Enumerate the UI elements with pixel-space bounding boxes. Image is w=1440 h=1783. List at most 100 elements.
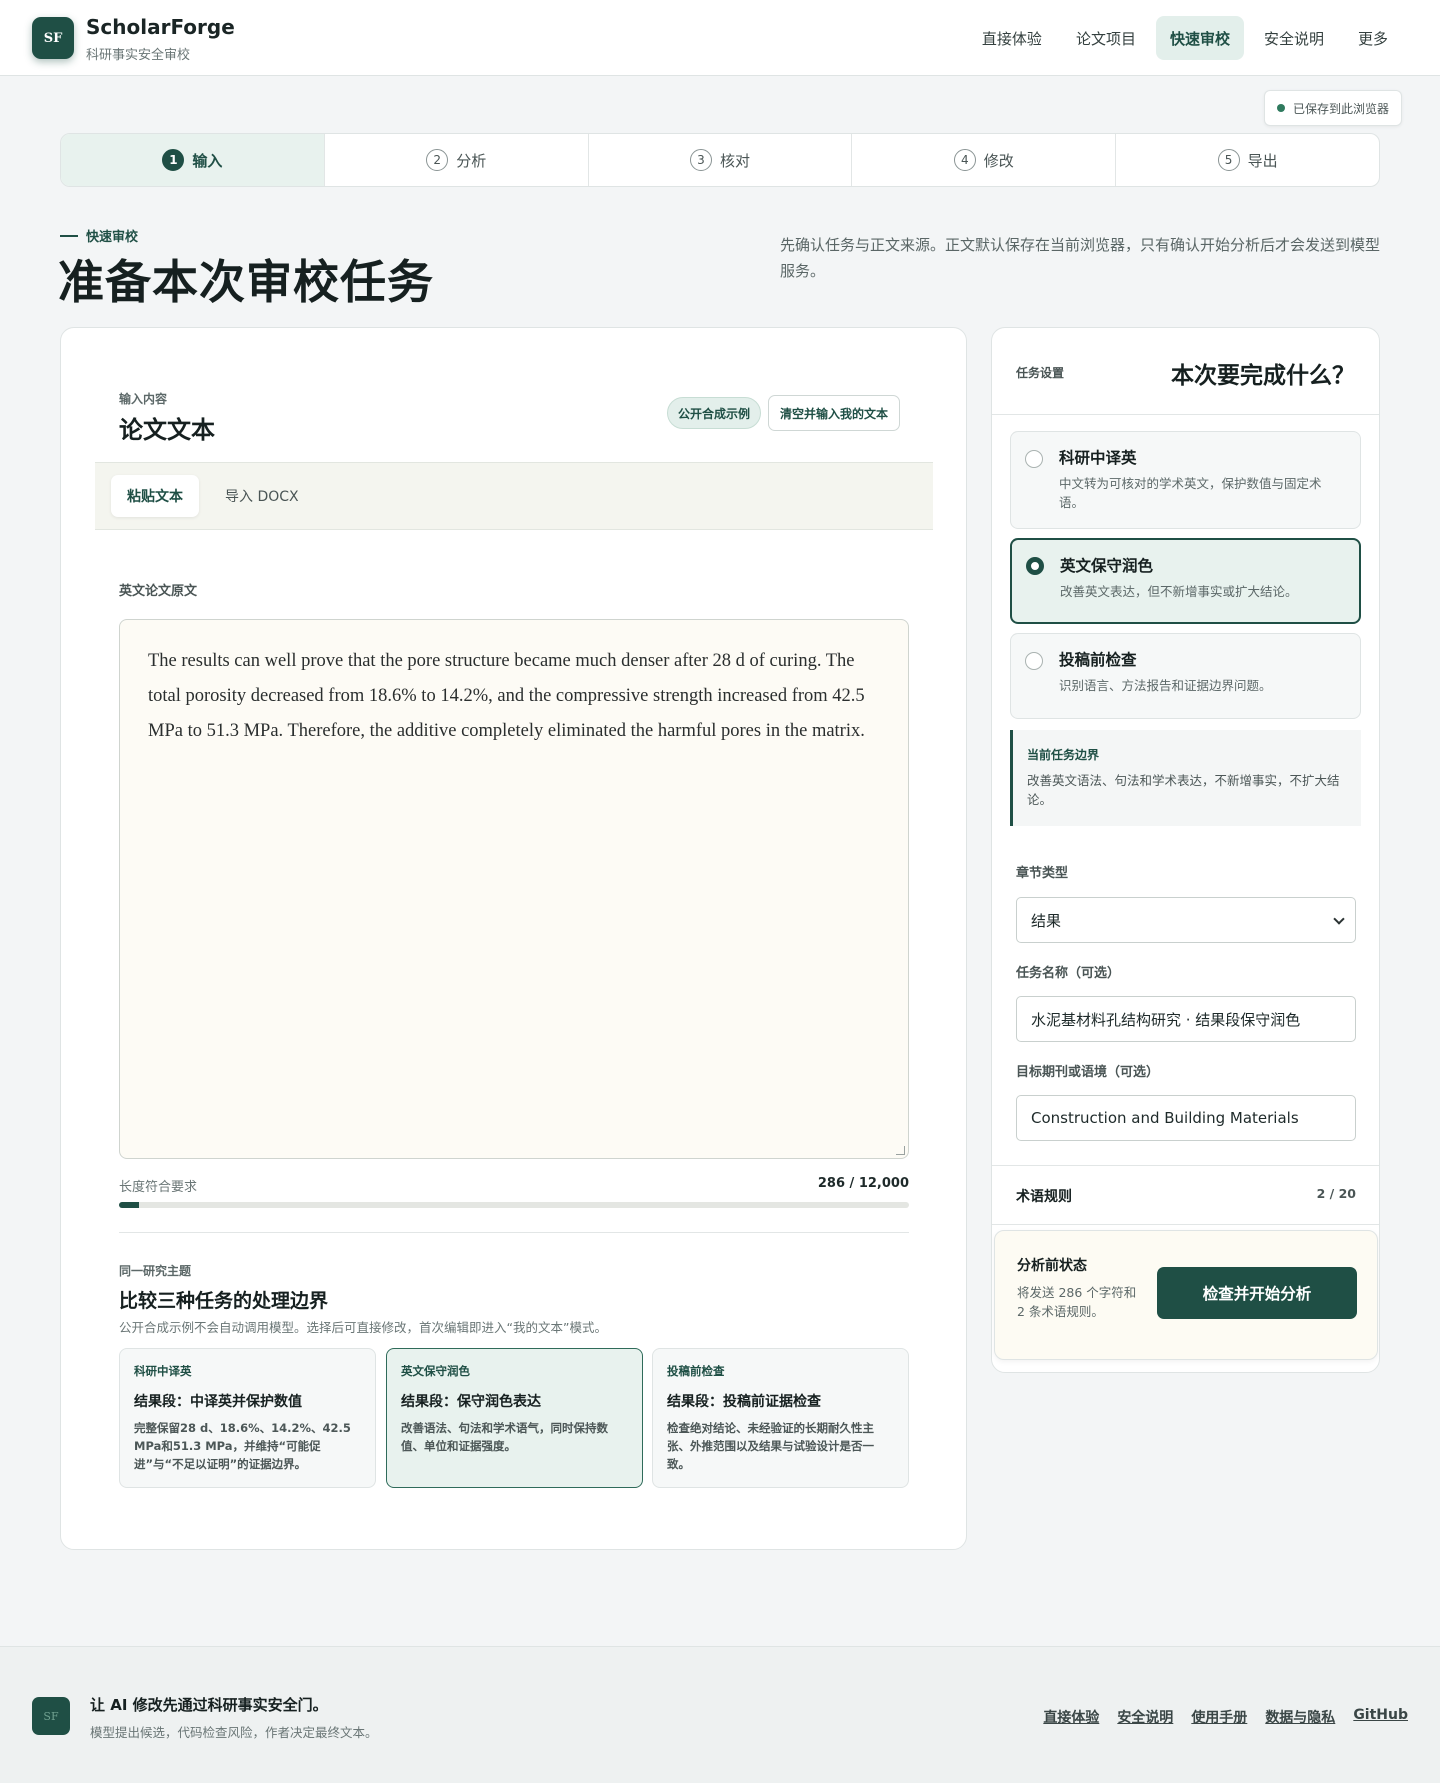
- tab-import-docx[interactable]: 导入 DOCX: [209, 475, 315, 517]
- step-analyze[interactable]: 2 分析: [325, 134, 589, 186]
- task-eyebrow: 任务设置: [1016, 366, 1065, 380]
- option-desc: 中文转为可核对的学术英文，保护数值与固定术语。: [1059, 476, 1322, 510]
- footer-link-manual[interactable]: 使用手册: [1191, 1707, 1247, 1727]
- task-name-label: 任务名称（可选）: [1016, 966, 1121, 981]
- journal-label: 目标期刊或语境（可选）: [1016, 1065, 1160, 1080]
- source-text-label: 英文论文原文: [119, 584, 198, 599]
- input-eyebrow: 输入内容: [119, 392, 168, 406]
- footer-link-try[interactable]: 直接体验: [1043, 1707, 1099, 1727]
- option-title: 投稿前检查: [1059, 651, 1137, 669]
- save-status-badge: 已保存到此浏览器: [1264, 90, 1403, 126]
- example-desc: 检查绝对结论、未经验证的长期耐久性主张、外推范围以及结果与试验设计是否一致。: [667, 1421, 874, 1471]
- tab-paste-text[interactable]: 粘贴文本: [111, 475, 199, 517]
- sample-chip[interactable]: 公开合成示例: [667, 397, 762, 429]
- term-rules-row[interactable]: 术语规则 2 / 20: [1016, 1186, 1356, 1206]
- step-label: 输入: [192, 151, 223, 170]
- length-status: 长度符合要求: [119, 1180, 198, 1195]
- term-rules-label: 术语规则: [1016, 1189, 1072, 1205]
- page-eyebrow: 快速审校: [60, 226, 138, 245]
- divider: [992, 1165, 1379, 1166]
- step-label: 导出: [1247, 151, 1278, 170]
- resize-handle-icon[interactable]: [896, 1146, 905, 1155]
- radio-unchecked-icon[interactable]: [1025, 652, 1043, 670]
- section-type-label: 章节类型: [1016, 866, 1069, 881]
- nav-quick-review[interactable]: 快速审校: [1155, 16, 1244, 60]
- footer-links: 直接体验 安全说明 使用手册 数据与隐私 GitHub: [1043, 1707, 1408, 1727]
- pre-analysis-status: 分析前状态 将发送 286 个字符和 2 条术语规则。 检查并开始分析: [994, 1230, 1378, 1360]
- example-tag: 科研中译英: [134, 1364, 192, 1378]
- footer-subtitle: 模型提出候选，代码检查风险，作者决定最终文本。: [90, 1725, 378, 1740]
- term-rules-count: 2 / 20: [1316, 1186, 1356, 1201]
- input-title: 论文文本: [119, 416, 215, 444]
- example-title: 结果段：保守润色表达: [401, 1394, 541, 1410]
- progress-stepper: 1 输入 2 分析 3 核对 4 修改 5 导出: [60, 133, 1380, 187]
- source-text-content: The results can well prove that the pore…: [148, 651, 865, 741]
- example-title: 结果段：中译英并保护数值: [134, 1394, 302, 1410]
- task-title: 本次要完成什么？: [1171, 363, 1355, 389]
- nav-more[interactable]: 更多: [1344, 16, 1402, 60]
- option-desc: 改善英文表达，但不新增事实或扩大结论。: [1060, 584, 1298, 599]
- example-tag: 投稿前检查: [667, 1364, 725, 1378]
- status-title: 分析前状态: [1017, 1258, 1087, 1274]
- nav-projects[interactable]: 论文项目: [1062, 16, 1150, 60]
- task-boundary-note: 当前任务边界 改善英文语法、句法和学术表达，不新增事实，不扩大结论。: [1010, 730, 1361, 826]
- source-text-area[interactable]: The results can well prove that the pore…: [119, 619, 909, 1159]
- compare-subtitle: 公开合成示例不会自动调用模型。选择后可直接修改，首次编辑即进入“我的文本”模式。: [119, 1320, 607, 1335]
- footer-link-github[interactable]: GitHub: [1353, 1707, 1408, 1727]
- length-progress-bar: [119, 1202, 909, 1208]
- brand-name[interactable]: ScholarForge: [86, 15, 235, 39]
- task-settings-card: 任务设置 本次要完成什么？ 科研中译英 中文转为可核对的学术英文，保护数值与固定…: [991, 327, 1380, 1373]
- task-option-polish[interactable]: 英文保守润色 改善英文表达，但不新增事实或扩大结论。: [1010, 538, 1361, 624]
- example-card-translate[interactable]: 科研中译英 结果段：中译英并保护数值 完整保留28 d、18.6%、14.2%、…: [119, 1348, 376, 1488]
- footer-logo: SF: [32, 1697, 70, 1735]
- step-label: 分析: [456, 151, 487, 170]
- option-title: 科研中译英: [1059, 449, 1137, 467]
- option-title: 英文保守润色: [1060, 557, 1154, 575]
- brand-logo[interactable]: SF: [32, 17, 74, 59]
- nav-safety[interactable]: 安全说明: [1250, 16, 1338, 60]
- section-divider: [119, 1232, 909, 1233]
- journal-input[interactable]: Construction and Building Materials: [1016, 1095, 1356, 1141]
- step-verify[interactable]: 3 核对: [589, 134, 853, 186]
- task-name-input[interactable]: 水泥基材料孔结构研究 · 结果段保守润色: [1016, 996, 1356, 1042]
- task-option-translate[interactable]: 科研中译英 中文转为可核对的学术英文，保护数值与固定术语。: [1010, 431, 1361, 529]
- example-tag: 英文保守润色: [401, 1364, 470, 1378]
- page-description: 先确认任务与正文来源。正文默认保存在当前浏览器，只有确认开始分析后才会发送到模型…: [780, 236, 1381, 280]
- step-label: 核对: [719, 151, 750, 170]
- step-number: 5: [1217, 149, 1240, 171]
- radio-unchecked-icon[interactable]: [1025, 450, 1043, 468]
- save-status-text: 已保存到此浏览器: [1293, 101, 1390, 116]
- journal-value: Construction and Building Materials: [1031, 1109, 1299, 1127]
- section-type-select[interactable]: 结果: [1016, 897, 1356, 943]
- start-analysis-button[interactable]: 检查并开始分析: [1157, 1267, 1357, 1319]
- clear-input-button[interactable]: 清空并输入我的文本: [768, 395, 901, 431]
- option-desc: 识别语言、方法报告和证据边界问题。: [1059, 678, 1272, 693]
- task-name-value: 水泥基材料孔结构研究 · 结果段保守润色: [1031, 1010, 1301, 1029]
- section-type-value: 结果: [1031, 911, 1062, 930]
- radio-checked-icon[interactable]: [1026, 557, 1044, 575]
- example-desc: 完整保留28 d、18.6%、14.2%、42.5 MPa和51.3 MPa，并…: [134, 1421, 351, 1471]
- example-card-check[interactable]: 投稿前检查 结果段：投稿前证据检查 检查绝对结论、未经验证的长期耐久性主张、外推…: [652, 1348, 909, 1488]
- length-count: 286 / 12,000: [817, 1176, 909, 1191]
- page-title: 准备本次审校任务: [58, 255, 434, 309]
- footer-link-privacy[interactable]: 数据与隐私: [1265, 1707, 1335, 1727]
- input-source-tabs: 粘贴文本 导入 DOCX: [95, 462, 933, 530]
- top-nav: 直接体验 论文项目 快速审校 安全说明 更多: [968, 16, 1402, 60]
- step-input[interactable]: 1 输入: [61, 134, 325, 186]
- compare-eyebrow: 同一研究主题: [119, 1264, 192, 1278]
- step-revise[interactable]: 4 修改: [852, 134, 1117, 186]
- step-export[interactable]: 5 导出: [1116, 134, 1379, 186]
- chevron-down-icon: [1333, 913, 1345, 925]
- brand-subtitle: 科研事实安全审校: [86, 48, 191, 63]
- boundary-title: 当前任务边界: [1027, 748, 1100, 762]
- example-card-polish[interactable]: 英文保守润色 结果段：保守润色表达 改善语法、句法和学术语气，同时保持数值、单位…: [386, 1348, 643, 1488]
- footer-link-safety[interactable]: 安全说明: [1117, 1707, 1173, 1727]
- example-desc: 改善语法、句法和学术语气，同时保持数值、单位和证据强度。: [401, 1421, 608, 1453]
- compare-title: 比较三种任务的处理边界: [119, 1290, 329, 1312]
- step-number: 1: [162, 149, 185, 171]
- step-number: 2: [426, 149, 449, 171]
- nav-try[interactable]: 直接体验: [968, 16, 1056, 60]
- step-number: 4: [953, 149, 976, 171]
- footer-title: 让 AI 修改先通过科研事实安全门。: [90, 1696, 328, 1714]
- task-option-precheck[interactable]: 投稿前检查 识别语言、方法报告和证据边界问题。: [1010, 633, 1361, 719]
